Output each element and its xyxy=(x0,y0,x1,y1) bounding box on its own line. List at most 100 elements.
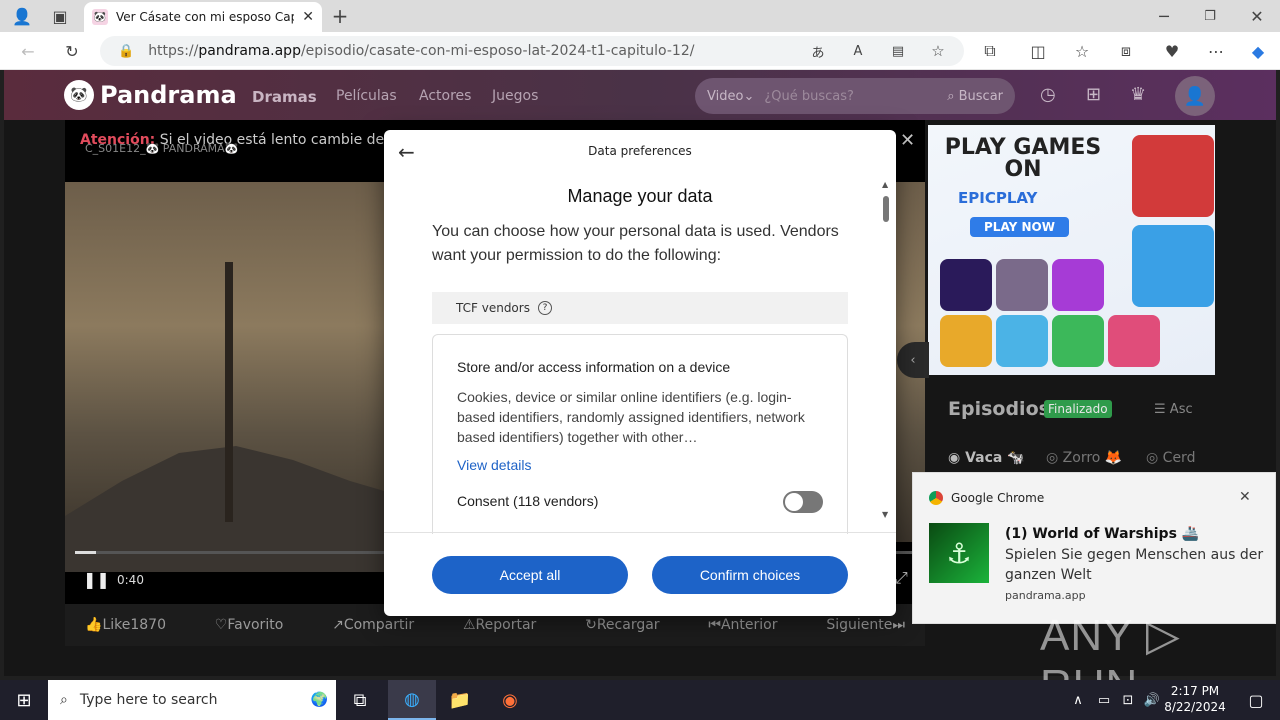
tcf-vendors-section: TCF vendors ? xyxy=(432,292,848,324)
dialog-title: Manage your data xyxy=(567,186,713,206)
site-search-input[interactable]: ¿Qué buscas? xyxy=(764,89,937,104)
notification-body: Spielen Sie gegen Menschen aus der ganze… xyxy=(1005,547,1264,583)
back-icon[interactable]: ← xyxy=(16,39,40,63)
collections-icon[interactable]: ⧈ xyxy=(1114,39,1138,63)
like-button[interactable]: 👍Like1870 xyxy=(85,617,166,633)
system-clock[interactable]: 2:17 PM 8/22/2024 xyxy=(1160,683,1230,715)
nav-actores[interactable]: Actores xyxy=(419,88,471,104)
user-avatar[interactable]: 👤 xyxy=(1175,76,1215,116)
notification-title: (1) World of Warships 🚢 xyxy=(1005,526,1200,542)
firefox-icon[interactable]: ◉ xyxy=(486,680,534,720)
windows-start-icon[interactable]: ⊞ xyxy=(0,680,48,720)
performance-icon[interactable]: ♥ xyxy=(1160,39,1184,63)
season-tab-2[interactable]: ◎ Zorro 🦊 xyxy=(1046,450,1122,466)
favorites-icon[interactable]: ☆ xyxy=(1070,39,1094,63)
reload-button[interactable]: ↻Recargar xyxy=(585,617,659,633)
more-menu-icon[interactable]: ⋯ xyxy=(1204,39,1228,63)
purpose-description: Cookies, device or similar online identi… xyxy=(457,389,805,445)
globe-decoration-icon: 🌍 xyxy=(310,692,328,708)
dialog-footer: Accept all Confirm choices xyxy=(384,532,896,616)
episodes-title: Episodios xyxy=(948,398,1050,420)
read-aloud-icon[interactable]: A xyxy=(846,39,870,63)
profile-icon[interactable]: 👤 xyxy=(10,4,34,28)
new-tab-icon[interactable]: + xyxy=(328,4,352,28)
search-filter-select[interactable]: Video⌄ xyxy=(707,89,754,104)
close-icon[interactable]: ✕ xyxy=(900,130,915,151)
consent-toggle[interactable] xyxy=(783,491,823,513)
nav-juegos[interactable]: Juegos xyxy=(492,88,538,104)
immersive-reader-icon[interactable]: ▤ xyxy=(886,39,910,63)
split-screen-icon[interactable]: ◫ xyxy=(1026,39,1050,63)
restore-icon[interactable]: ❐ xyxy=(1198,4,1222,28)
taskbar-search[interactable]: ⌕ Type here to search 🌍 xyxy=(48,680,336,720)
pause-icon[interactable]: ❚❚ xyxy=(83,570,110,589)
ad-game-tile-1 xyxy=(940,259,992,311)
show-hidden-icons-icon[interactable]: ∧ xyxy=(1066,680,1090,720)
tcf-vendors-label: TCF vendors xyxy=(456,301,530,315)
season-tab-3[interactable]: ◎ Cerd xyxy=(1146,450,1195,466)
purpose-title: Store and/or access information on a dev… xyxy=(457,359,731,375)
season-tab-1[interactable]: ◉ Vaca 🐄 xyxy=(948,450,1025,466)
ad-pool-tile xyxy=(1132,225,1214,307)
site-search-button[interactable]: ⌕ Buscar xyxy=(947,89,1003,104)
ad-game-tile-7 xyxy=(1108,315,1160,367)
site-header: 🐼 Pandrama Dramas Películas Actores Jueg… xyxy=(4,70,1276,120)
edge-taskbar-icon[interactable]: ◍ xyxy=(388,680,436,720)
history-icon[interactable]: ◷ xyxy=(1040,84,1056,105)
status-badge: Finalizado xyxy=(1044,400,1112,418)
address-bar[interactable]: 🔒 https://pandrama.app/episodio/casate-c… xyxy=(100,36,964,66)
ad-brand: EPICPLAY xyxy=(958,189,1038,207)
collapse-sidebar-button[interactable]: ‹ xyxy=(897,342,929,378)
ad-game-tile-5 xyxy=(996,315,1048,367)
next-button[interactable]: Siguiente⏭ xyxy=(826,617,905,633)
tab-actions-icon[interactable]: ▣ xyxy=(48,4,72,28)
site-search: Video⌄ ¿Qué buscas? ⌕ Buscar xyxy=(695,78,1015,114)
previous-button[interactable]: ⏮Anterior xyxy=(708,617,777,633)
report-button[interactable]: ⚠Reportar xyxy=(463,617,536,633)
add-favorite-icon[interactable]: ☆ xyxy=(926,39,950,63)
close-tab-icon[interactable]: ✕ xyxy=(302,9,314,25)
share-button[interactable]: ↗Compartir xyxy=(332,617,414,633)
translate-icon[interactable]: あ xyxy=(806,39,830,63)
close-window-icon[interactable]: ✕ xyxy=(1245,4,1269,28)
help-icon[interactable]: ? xyxy=(537,301,552,315)
pandrama-favicon-icon: 🐼 xyxy=(92,9,108,25)
file-explorer-icon[interactable]: 📁 xyxy=(436,680,484,720)
fullscreen-icon[interactable]: ⤢ xyxy=(895,568,908,588)
ad-cta-button[interactable]: PLAY NOW xyxy=(970,217,1069,237)
view-details-link[interactable]: View details xyxy=(457,457,531,473)
dialog-scrollbar[interactable]: ▲ ▼ xyxy=(882,180,890,520)
sort-button[interactable]: ☰ Asc xyxy=(1154,402,1193,417)
task-view-icon[interactable]: ⧉ xyxy=(336,680,384,720)
crown-icon[interactable]: ♛ xyxy=(1130,84,1146,105)
accept-all-button[interactable]: Accept all xyxy=(432,556,628,594)
consent-label: Consent (118 vendors) xyxy=(457,493,599,509)
extensions-icon[interactable]: ⧉ xyxy=(978,39,1002,63)
chrome-notification[interactable]: Google Chrome ✕ ⚓ (1) World of Warships … xyxy=(912,472,1276,624)
confirm-choices-button[interactable]: Confirm choices xyxy=(652,556,848,594)
network-icon[interactable]: ⊡ xyxy=(1116,680,1140,720)
lock-icon[interactable]: 🔒 xyxy=(118,44,134,59)
tab-title: Ver Cásate con mi esposo Capítul xyxy=(116,10,294,24)
panda-icon: 🐼 xyxy=(64,80,94,110)
battery-icon[interactable]: ▭ xyxy=(1092,680,1116,720)
site-logo[interactable]: 🐼 Pandrama xyxy=(64,80,237,110)
browser-tab-active[interactable]: 🐼 Ver Cásate con mi esposo Capítul ✕ xyxy=(84,2,322,32)
toggle-knob xyxy=(785,493,803,511)
close-notification-icon[interactable]: ✕ xyxy=(1239,489,1251,505)
refresh-icon[interactable]: ↻ xyxy=(60,39,84,63)
scroll-up-icon[interactable]: ▲ xyxy=(882,180,888,189)
nav-dramas[interactable]: Dramas xyxy=(252,88,317,106)
minimize-icon[interactable]: ─ xyxy=(1152,4,1176,28)
copilot-icon[interactable]: ◆ xyxy=(1246,39,1270,63)
favorite-button[interactable]: ♡Favorito xyxy=(215,617,283,633)
notification-app: Google Chrome xyxy=(929,491,1044,505)
ad-game-tile-4 xyxy=(940,315,992,367)
ad-banner[interactable]: PLAY GAMES ON EPICPLAY PLAY NOW xyxy=(928,125,1215,375)
scrollbar-thumb[interactable] xyxy=(883,196,889,222)
apps-icon[interactable]: ⊞ xyxy=(1086,84,1101,105)
nav-peliculas[interactable]: Películas xyxy=(336,88,397,104)
clock-date: 8/22/2024 xyxy=(1164,700,1226,714)
notifications-icon[interactable]: ▢ xyxy=(1232,680,1280,720)
scroll-down-icon[interactable]: ▼ xyxy=(882,510,888,519)
